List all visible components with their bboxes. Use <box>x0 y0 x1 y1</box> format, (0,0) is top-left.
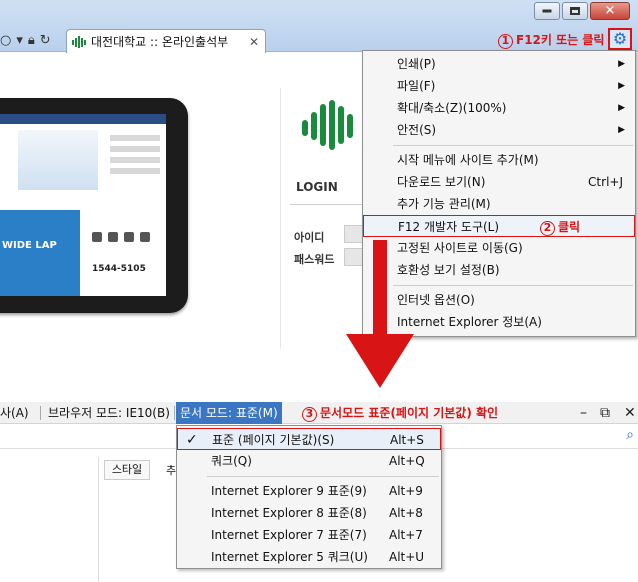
tab-next[interactable]: 추 <box>166 462 176 478</box>
submenu-arrow-icon: ▶ <box>618 59 625 69</box>
menu-item-addons[interactable]: 추가 기능 관리(M) <box>363 193 635 215</box>
doc-mode-ie8[interactable]: Internet Explorer 8 표준(8) Alt+8 <box>177 502 441 524</box>
devtools-close-icon[interactable]: ✕ <box>624 402 636 424</box>
gear-icon: ⚙ <box>612 29 628 48</box>
menu-item-downloads[interactable]: 다운로드 보기(N) Ctrl+J <box>363 171 635 193</box>
devtools-menu-item[interactable]: 사(A) <box>0 402 29 424</box>
devtools-restore-icon[interactable]: ⧉ <box>600 402 610 424</box>
site-logo-icon <box>72 35 86 48</box>
document-mode-dropdown: ✓ 표준 (페이지 기본값)(S) Alt+S 쿼크(Q) Alt+Q Intern… <box>176 425 442 569</box>
annotation-text: F12키 또는 클릭 <box>516 33 605 47</box>
annotation-step-2: 2 클릭 <box>540 216 580 238</box>
ipad-screen: WIDE LAP 1544-5105 <box>0 114 166 296</box>
annotation-step-1: 1 F12키 또는 클릭 <box>498 31 604 49</box>
login-title: LOGIN <box>296 180 338 194</box>
document-mode-menu[interactable]: 문서 모드: 표준(M) <box>176 402 282 424</box>
menu-item-f12-devtools[interactable]: F12 개발자 도구(L) 2 클릭 <box>363 215 635 237</box>
title-bar: ✕ ○ ▾ 🔒︎ ↻ 대전대학교 :: 온라인출석부 ✕ 1 F12키 또는 클릭… <box>0 0 638 53</box>
step-number: 1 <box>498 34 513 49</box>
password-label: 패스워드 <box>294 253 335 266</box>
minimize-icon <box>542 9 552 13</box>
shortcut-text: Ctrl+J <box>588 175 623 189</box>
close-window-button[interactable]: ✕ <box>590 2 630 20</box>
ipad-image: WIDE LAP 1544-5105 <box>0 98 188 313</box>
devtools-toolbar: 사(A) 브라우저 모드: IE10(B) 문서 모드: 표준(M) 3 문서모드… <box>0 402 638 424</box>
checkmark-icon: ✓ <box>186 432 198 448</box>
menu-separator <box>393 145 633 146</box>
devtools-minimize-icon[interactable]: – <box>580 402 587 424</box>
close-icon: ✕ <box>604 3 616 19</box>
doc-mode-ie7[interactable]: Internet Explorer 7 표준(7) Alt+7 <box>177 524 441 546</box>
menu-item-add-site[interactable]: 시작 메뉴에 사이트 추가(M) <box>363 149 635 171</box>
step-number: 2 <box>540 221 555 236</box>
doc-mode-ie9[interactable]: Internet Explorer 9 표준(9) Alt+9 <box>177 480 441 502</box>
browser-window: ✕ ○ ▾ 🔒︎ ↻ 대전대학교 :: 온라인출석부 ✕ 1 F12키 또는 클릭… <box>0 0 638 395</box>
window-controls: ✕ <box>532 2 630 20</box>
refresh-icon[interactable]: ↻ <box>40 33 51 48</box>
address-icons: ○ ▾ 🔒︎ ↻ <box>0 30 56 50</box>
maximize-button[interactable] <box>562 2 588 20</box>
doc-mode-quirks[interactable]: 쿼크(Q) Alt+Q <box>177 450 441 472</box>
menu-separator <box>393 285 633 286</box>
dropdown-icon[interactable]: ▾ <box>16 33 23 48</box>
search-icon[interactable]: ⌕ <box>626 427 634 443</box>
tab-style[interactable]: 스타일 <box>104 460 150 480</box>
tab-close-icon[interactable]: ✕ <box>249 35 259 49</box>
browser-mode-menu[interactable]: 브라우저 모드: IE10(B) <box>48 402 170 424</box>
menu-item-file[interactable]: 파일(F) ▶ <box>363 75 635 97</box>
menu-item-safety[interactable]: 안전(S) ▶ <box>363 119 635 141</box>
browser-tab[interactable]: 대전대학교 :: 온라인출석부 ✕ <box>66 29 266 53</box>
step-number: 3 <box>302 407 317 422</box>
developer-tools: 사(A) 브라우저 모드: IE10(B) 문서 모드: 표준(M) 3 문서모드… <box>0 397 638 582</box>
doc-mode-standard[interactable]: ✓ 표준 (페이지 기본값)(S) Alt+S <box>177 428 441 450</box>
tools-button[interactable]: ⚙ <box>608 28 632 50</box>
ipad-phone-text: 1544-5105 <box>92 264 146 274</box>
menu-separator <box>207 476 439 477</box>
annotation-step-3: 3 문서모드 표준(페이지 기본값) 확인 <box>302 402 498 424</box>
submenu-arrow-icon: ▶ <box>618 81 625 91</box>
minimize-button[interactable] <box>534 2 560 20</box>
id-label: 아이디 <box>294 231 325 244</box>
menu-item-zoom[interactable]: 확대/축소(Z)(100%) ▶ <box>363 97 635 119</box>
ipad-banner: WIDE LAP <box>0 210 80 296</box>
down-arrow-icon <box>346 240 414 388</box>
submenu-arrow-icon: ▶ <box>618 103 625 113</box>
maximize-icon <box>570 7 580 15</box>
lock-icon[interactable]: 🔒︎ <box>28 33 35 48</box>
university-logo-icon <box>302 100 353 150</box>
search-icon[interactable]: ○ <box>0 33 11 48</box>
ipad-banner-text: WIDE LAP <box>2 240 57 251</box>
tab-title: 대전대학교 :: 온라인출석부 <box>91 35 229 49</box>
menu-item-print[interactable]: 인쇄(P) ▶ <box>363 53 635 75</box>
doc-mode-ie5-quirks[interactable]: Internet Explorer 5 쿼크(U) Alt+U <box>177 546 441 568</box>
submenu-arrow-icon: ▶ <box>618 125 625 135</box>
